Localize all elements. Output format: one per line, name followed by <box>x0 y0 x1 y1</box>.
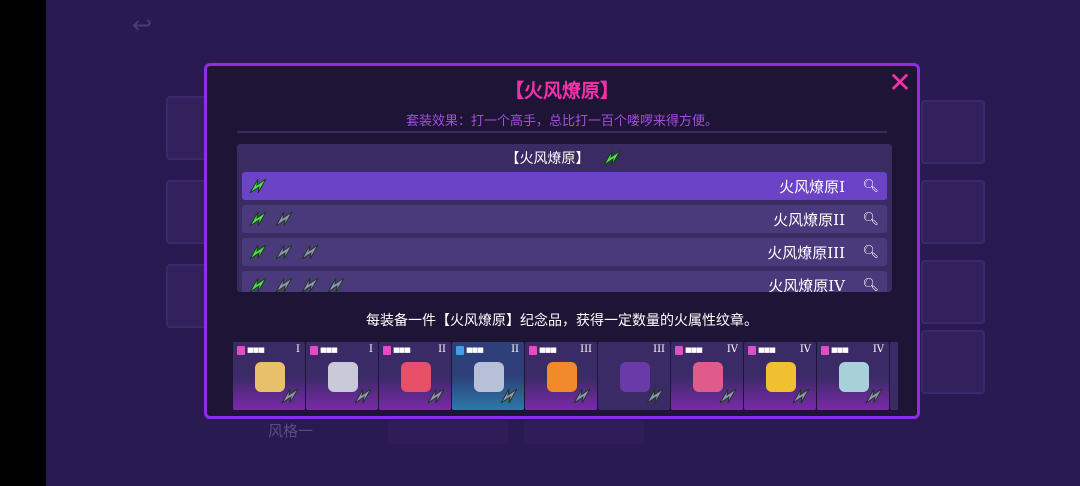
lightning-icon <box>246 208 270 230</box>
lightning-icon <box>862 385 886 407</box>
set-row-name: 火风燎原IV <box>768 276 845 293</box>
set-level-icons <box>246 274 348 292</box>
souvenir-item[interactable]: ■■■ I <box>233 342 305 410</box>
lightning-icon <box>246 241 270 263</box>
set-level-icons <box>246 241 322 263</box>
set-row-name: 火风燎原I <box>779 177 845 196</box>
rarity-badge <box>383 346 391 355</box>
lightning-icon <box>246 175 270 197</box>
quality-dots: ■■■ <box>466 346 484 354</box>
bg-tile <box>921 330 985 394</box>
lightning-icon <box>278 385 302 407</box>
lightning-icon <box>570 385 594 407</box>
lightning-icon <box>716 385 740 407</box>
back-icon[interactable]: ↩ <box>132 13 162 37</box>
set-effect-text: 套装效果：打一个高手，总比打一百个喽啰来得方便。 <box>405 114 718 129</box>
set-row[interactable]: 火风燎原I 🔍︎ <box>242 172 887 200</box>
bg-tile <box>921 100 985 164</box>
lightning-icon <box>600 147 624 169</box>
lightning-icon <box>298 274 322 292</box>
magnifier-icon[interactable]: 🔍︎ <box>862 212 879 227</box>
quality-dots: ■■■ <box>831 346 849 354</box>
item-tier: IV <box>799 344 811 355</box>
item-tier: I <box>369 344 373 355</box>
quality-dots: ■■■ <box>758 346 776 354</box>
rarity-badge <box>529 346 537 355</box>
lightning-icon <box>497 385 521 407</box>
souvenir-item[interactable]: ■■■ IV <box>744 342 816 410</box>
souvenir-item[interactable]: ■■■ IV <box>671 342 743 410</box>
bg-tab <box>524 420 644 444</box>
set-level-icons <box>246 175 270 197</box>
rarity-badge <box>748 346 756 355</box>
item-tier: III <box>580 344 592 355</box>
rarity-badge <box>456 346 464 355</box>
magnifier-icon[interactable]: 🔍︎ <box>862 245 879 260</box>
quality-dots: ■■■ <box>393 346 411 354</box>
set-row[interactable]: 火风燎原III 🔍︎ <box>242 238 887 266</box>
quality-dots: ■■■ <box>247 346 265 354</box>
lightning-icon <box>246 274 270 292</box>
rarity-badge <box>237 346 245 355</box>
magnifier-icon[interactable]: 🔍︎ <box>862 278 879 293</box>
description-text: 每装备一件【火风燎原】纪念品，获得一定数量的火属性纹章。 <box>366 313 758 329</box>
rarity-badge <box>821 346 829 355</box>
lightning-icon <box>643 385 667 407</box>
souvenir-item[interactable]: III <box>598 342 670 410</box>
item-tier: IV <box>726 344 738 355</box>
souvenir-item[interactable]: ■■■ II <box>379 342 451 410</box>
set-list-header: 【火风燎原】 <box>237 144 892 172</box>
lightning-icon <box>789 385 813 407</box>
lightning-icon <box>298 241 322 263</box>
bg-tile <box>921 260 985 324</box>
souvenir-item[interactable]: ■■■ II <box>452 342 524 410</box>
lightning-icon <box>351 385 375 407</box>
item-strip: ■■■ I ■■■ I ■■■ II ■■■ II ■■■ III III ■■■ IV ■■■ IV ■■■… <box>233 342 898 410</box>
rarity-badge <box>675 346 683 355</box>
quality-dots: ■■■ <box>539 346 557 354</box>
set-row-name: 火风燎原III <box>767 243 845 262</box>
souvenir-item[interactable]: ■■■ IV <box>817 342 889 410</box>
lightning-icon <box>272 274 296 292</box>
souvenir-item[interactable]: ■■■ I <box>306 342 378 410</box>
set-row[interactable]: 火风燎原IV 🔍︎ <box>242 271 887 292</box>
magnifier-icon[interactable]: 🔍︎ <box>862 179 879 194</box>
bg-tile <box>921 180 985 244</box>
quality-dots: ■■■ <box>685 346 703 354</box>
item-tier: I <box>296 344 300 355</box>
panel-title: 【火风燎原】 <box>504 80 619 102</box>
item-tier: III <box>653 344 665 355</box>
close-icon[interactable]: ✕ <box>887 69 913 97</box>
bg-tab <box>388 420 508 444</box>
lightning-icon <box>272 208 296 230</box>
background-label: 风格一 <box>268 422 314 440</box>
lightning-icon <box>324 274 348 292</box>
quality-dots: ■■■ <box>320 346 338 354</box>
lightning-icon <box>272 241 296 263</box>
lightning-icon <box>424 385 448 407</box>
set-level-icons <box>246 208 296 230</box>
set-row[interactable]: 火风燎原II 🔍︎ <box>242 205 887 233</box>
set-detail-panel: 【火风燎原】 ✕ 套装效果：打一个高手，总比打一百个喽啰来得方便。 【火风燎原】… <box>204 63 920 419</box>
item-tier: II <box>511 344 519 355</box>
souvenir-item[interactable] <box>890 342 898 410</box>
set-header-label: 【火风燎原】 <box>505 151 590 167</box>
divider <box>237 131 887 133</box>
souvenir-item[interactable]: ■■■ III <box>525 342 597 410</box>
item-tier: II <box>438 344 446 355</box>
set-row-name: 火风燎原II <box>773 210 845 229</box>
set-list: 【火风燎原】 火风燎原I 🔍︎ 火风燎原II 🔍︎ 火风燎原III 🔍︎ 火风燎原IV 🔍︎ <box>237 144 892 292</box>
item-tier: IV <box>872 344 884 355</box>
rarity-badge <box>310 346 318 355</box>
